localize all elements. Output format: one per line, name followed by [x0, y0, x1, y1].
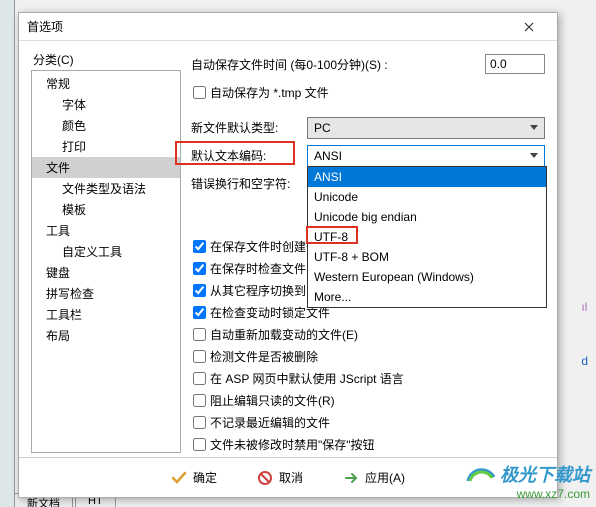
autosave-input[interactable] [485, 54, 545, 74]
ok-button[interactable]: 确定 [163, 465, 225, 490]
tree-item[interactable]: 文件类型及语法 [32, 178, 180, 199]
autosave-label: 自动保存文件时间 (每0-100分钟)(S) : [191, 56, 479, 73]
wrap-label: 错误换行和空字符: [191, 175, 301, 192]
category-label: 分类(C) [31, 51, 181, 68]
tree-item[interactable]: 拼写检查 [32, 283, 180, 304]
tree-item[interactable]: 自定义工具 [32, 241, 180, 262]
option-checkbox-row: 文件未被修改时禁用"保存"按钮 [191, 436, 545, 453]
dialog-footer: 确定 取消 应用(A) [19, 457, 557, 497]
encoding-option[interactable]: Unicode big endian [308, 207, 546, 227]
category-tree[interactable]: 常规字体颜色打印文件文件类型及语法模板工具自定义工具键盘拼写检查工具栏布局 [31, 70, 181, 453]
option-checkbox[interactable] [193, 372, 206, 385]
option-label: 自动重新加载变动的文件(E) [210, 326, 358, 343]
option-label: 在保存时检查文件的 [210, 260, 318, 277]
encoding-option[interactable]: Unicode [308, 187, 546, 207]
option-checkbox[interactable] [193, 328, 206, 341]
check-icon [171, 470, 187, 486]
tree-item[interactable]: 打印 [32, 136, 180, 157]
option-label: 在 ASP 网页中默认使用 JScript 语言 [210, 370, 404, 387]
settings-panel: 自动保存文件时间 (每0-100分钟)(S) : 自动保存为 *.tmp 文件 … [191, 51, 545, 453]
close-icon [524, 22, 534, 32]
option-checkbox[interactable] [193, 416, 206, 429]
option-label: 阻止编辑只读的文件(R) [210, 392, 335, 409]
highlight-utf8 [306, 226, 358, 244]
chevron-down-icon [530, 125, 538, 130]
option-label: 不记录最近编辑的文件 [210, 414, 330, 431]
close-button[interactable] [509, 14, 549, 40]
option-label: 文件未被修改时禁用"保存"按钮 [210, 436, 375, 453]
tree-item[interactable]: 常规 [32, 73, 180, 94]
encoding-label: 默认文本编码: [191, 147, 301, 164]
bg-glyph-1: ıl [581, 300, 588, 314]
option-checkbox[interactable] [193, 394, 206, 407]
encoding-option[interactable]: More... [308, 287, 546, 307]
dialog-title: 首选项 [27, 18, 509, 35]
preferences-dialog: 首选项 分类(C) 常规字体颜色打印文件文件类型及语法模板工具自定义工具键盘拼写… [18, 12, 558, 498]
option-checkbox[interactable] [193, 350, 206, 363]
option-checkbox[interactable] [193, 240, 206, 253]
option-checkbox-row: 在 ASP 网页中默认使用 JScript 语言 [191, 370, 545, 387]
tree-item[interactable]: 布局 [32, 325, 180, 346]
option-checkbox-row: 检测文件是否被删除 [191, 348, 545, 365]
autosave-tmp-label: 自动保存为 *.tmp 文件 [210, 84, 329, 101]
option-label: 从其它程序切换到 E [210, 282, 317, 299]
tree-item[interactable]: 模板 [32, 199, 180, 220]
option-label: 在保存文件时创建备 [210, 238, 318, 255]
option-checkbox[interactable] [193, 306, 206, 319]
option-label: 检测文件是否被删除 [210, 348, 318, 365]
apply-button[interactable]: 应用(A) [335, 465, 413, 490]
encoding-option[interactable]: Western European (Windows) [308, 267, 546, 287]
option-checkbox-row: 自动重新加载变动的文件(E) [191, 326, 545, 343]
option-checkbox[interactable] [193, 438, 206, 451]
default-type-select[interactable]: PC [307, 117, 545, 139]
chevron-down-icon [530, 153, 538, 158]
apply-icon [343, 470, 359, 486]
tree-item[interactable]: 文件 [32, 157, 180, 178]
titlebar: 首选项 [19, 13, 557, 41]
encoding-option[interactable]: UTF-8 + BOM [308, 247, 546, 267]
tree-item[interactable]: 工具栏 [32, 304, 180, 325]
option-checkbox-row: 阻止编辑只读的文件(R) [191, 392, 545, 409]
tree-item[interactable]: 字体 [32, 94, 180, 115]
encoding-select[interactable]: ANSI [307, 145, 545, 167]
encoding-option[interactable]: UTF-8 [308, 227, 546, 247]
option-checkbox[interactable] [193, 262, 206, 275]
bg-glyph-2: d [581, 354, 588, 368]
tree-item[interactable]: 工具 [32, 220, 180, 241]
encoding-option[interactable]: ANSI [308, 167, 546, 187]
tree-item[interactable]: 键盘 [32, 262, 180, 283]
option-checkbox-row: 不记录最近编辑的文件 [191, 414, 545, 431]
tree-item[interactable]: 颜色 [32, 115, 180, 136]
default-type-label: 新文件默认类型: [191, 119, 301, 136]
cancel-button[interactable]: 取消 [249, 465, 311, 490]
option-checkbox[interactable] [193, 284, 206, 297]
cancel-icon [257, 470, 273, 486]
autosave-tmp-checkbox[interactable] [193, 86, 206, 99]
encoding-dropdown: ANSIUnicodeUnicode big endianUTF-8UTF-8 … [307, 166, 547, 308]
